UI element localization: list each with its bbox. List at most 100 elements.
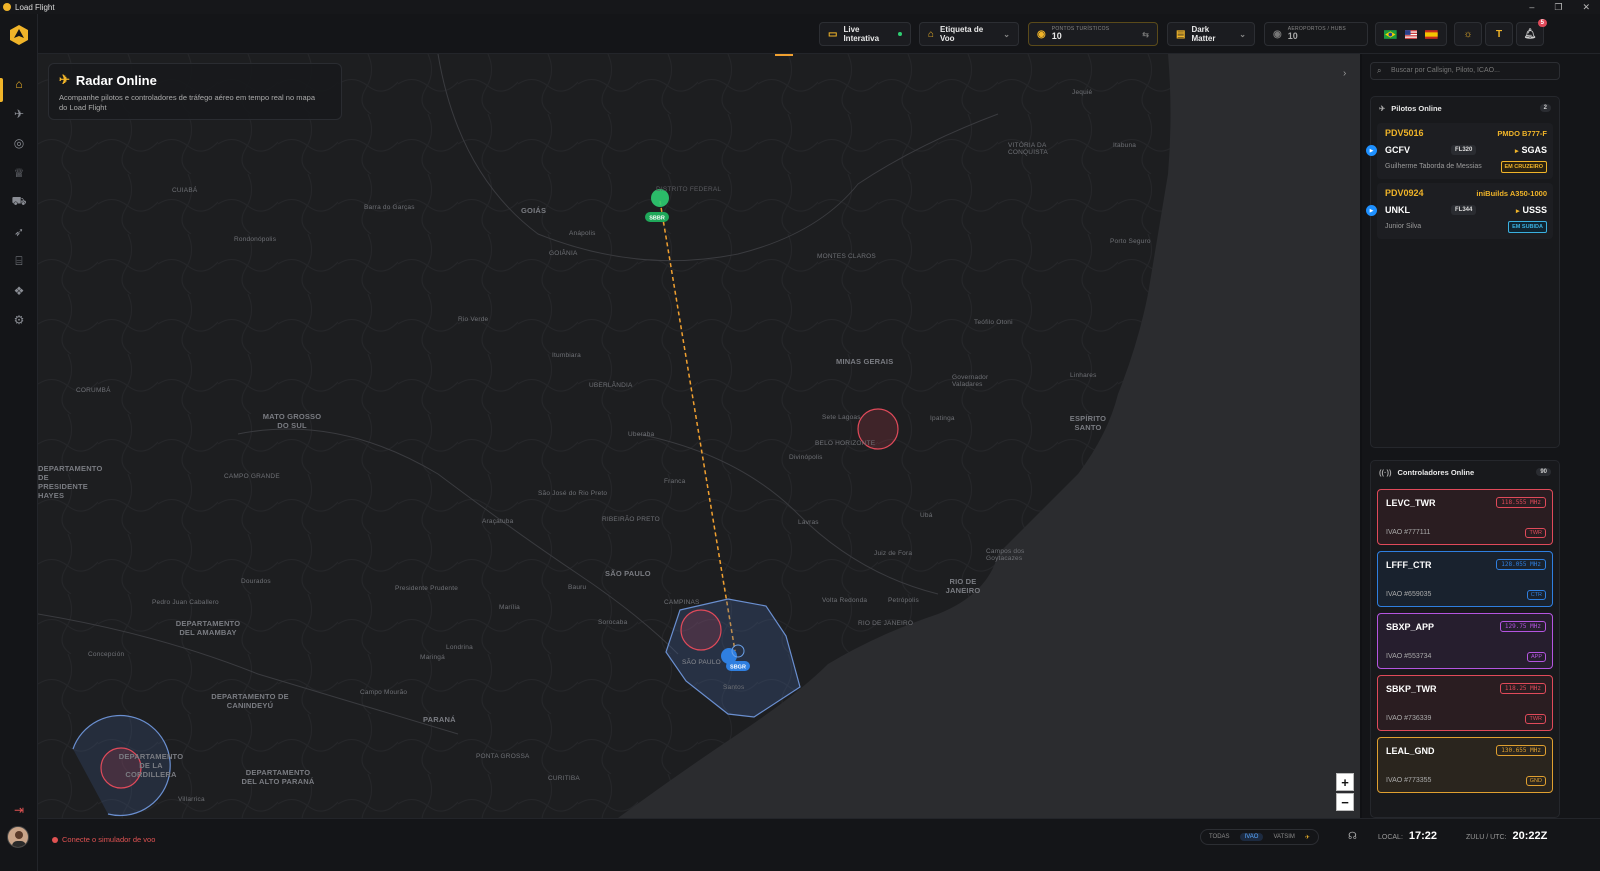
map-label: Governador Valadares — [952, 374, 989, 388]
bank-icon[interactable]: ⌸ — [9, 251, 29, 271]
map-label: São José do Rio Preto — [538, 490, 608, 497]
map-label: VITÓRIA DA CONQUISTA — [1008, 142, 1048, 156]
pilots-section: ✈ Pilotos Online 2 ▶ PDV5016 PMDO B777-F… — [1366, 96, 1560, 448]
settings-icon[interactable]: ⚙ — [9, 310, 29, 330]
map-label: PONTA GROSSA — [476, 753, 530, 760]
map-label: MATO GROSSO DO SUL — [262, 412, 322, 430]
headset-icon[interactable]: ☊ — [1348, 831, 1357, 842]
zulu-clock: ZULU / UTC: 20:22Z — [1466, 830, 1547, 842]
map-label: Presidente Prudente — [395, 585, 459, 592]
locate-icon[interactable]: ▶ — [1366, 205, 1377, 216]
controller-network-id: IVAO #553734 — [1386, 653, 1432, 660]
badge-icon[interactable]: ❖ — [9, 281, 29, 301]
controller-card[interactable]: SBKP_TWR 118.25 MHz IVAO #736339 TWR — [1377, 675, 1553, 731]
radar-subtitle: Acompanhe pilotos e controladores de trá… — [59, 93, 315, 113]
logout-icon[interactable]: ⇥ — [9, 800, 29, 820]
live-interactive-button[interactable]: ▭ Live Interativa — [819, 22, 911, 46]
dep-marker-label[interactable]: SBBR — [649, 216, 665, 222]
controller-card[interactable]: SBXP_APP 129.75 MHz IVAO #553734 APP — [1377, 613, 1553, 669]
font-size-button[interactable]: T — [1485, 22, 1513, 46]
map-label: Porto Seguro — [1110, 238, 1151, 245]
zoom-in-button[interactable]: + — [1336, 773, 1354, 791]
load-flight-logo[interactable] — [8, 24, 30, 46]
controller-card[interactable]: LEVC_TWR 118.555 MHz IVAO #777111 TWR — [1377, 489, 1553, 545]
controller-network-id: IVAO #777111 — [1386, 529, 1431, 536]
radar-map[interactable]: SBBR SBGR ✈ Radar Online Acompanhe piloto… — [38, 54, 1360, 818]
search-input[interactable]: ⌕ Buscar por Callsign, Piloto, ICAO... — [1370, 62, 1560, 80]
pilots-count: 2 — [1539, 104, 1551, 112]
network-filter[interactable]: TODAS IVAO VATSIM ✈ — [1200, 829, 1319, 845]
airports-toggle[interactable]: ◉ AEROPORTOS / HUBS 10 — [1264, 22, 1368, 46]
maximize-button[interactable]: ❐ — [1554, 2, 1562, 13]
local-label: LOCAL: — [1378, 834, 1403, 841]
controller-network-id: IVAO #773355 — [1386, 777, 1432, 784]
map-label: Linhares — [1070, 372, 1097, 379]
map-label: Sorocaba — [598, 619, 628, 626]
swap-icon[interactable]: ⇆ — [1142, 30, 1149, 39]
bell-icon: 🔔︎ — [1523, 28, 1537, 40]
map-label: Campo Mourão — [360, 689, 408, 696]
trophy-icon[interactable]: ♕ — [9, 163, 29, 183]
top-toolbar: ▭ Live Interativa ⌂ Etiqueta de Voo ⌄ ◉ … — [38, 14, 1600, 54]
plane-icon[interactable]: ✈ — [1305, 834, 1310, 841]
map-label: Franca — [664, 478, 686, 485]
map-label: GOIÁS — [521, 206, 547, 215]
chevron-right-icon[interactable]: › — [1343, 68, 1346, 79]
arr-marker-label[interactable]: SBGR — [730, 665, 746, 671]
controller-network-id: IVAO #659035 — [1386, 591, 1432, 598]
controller-frequency: 128.055 MHz — [1496, 559, 1546, 570]
pilot-departure: GCFV — [1385, 145, 1411, 155]
usa-flag-icon[interactable] — [1404, 29, 1418, 40]
theme-toggle-button[interactable]: ☼ — [1454, 22, 1482, 46]
map-label: Lavras — [798, 519, 819, 526]
map-label: Rio Verde — [458, 316, 489, 323]
spain-flag-icon[interactable] — [1425, 29, 1439, 40]
avatar[interactable] — [7, 826, 29, 848]
map-label: Rondonópolis — [234, 236, 277, 243]
controller-frequency: 118.25 MHz — [1499, 683, 1546, 694]
pin-icon: ◉ — [1037, 28, 1046, 40]
right-panel: ⌕ Buscar por Callsign, Piloto, ICAO... ✈… — [1362, 54, 1600, 818]
controller-type-badge: CTR — [1526, 590, 1546, 600]
flights-icon[interactable]: ✈ — [9, 104, 29, 124]
pilot-card[interactable]: ▶ PDV5016 PMDO B777-F GCFV FL320 ▸ SGAS G… — [1366, 123, 1553, 179]
map-label: Jequié — [1072, 89, 1093, 96]
language-selector[interactable] — [1375, 22, 1447, 46]
zoom-out-button[interactable]: − — [1336, 793, 1354, 811]
controller-id: LEVC_TWR — [1386, 498, 1436, 508]
controller-type-badge: APP — [1526, 652, 1546, 662]
zulu-time: 20:22Z — [1512, 830, 1548, 842]
controller-id: SBKP_TWR — [1386, 684, 1437, 694]
radar-icon[interactable]: ◎ — [9, 133, 29, 153]
tourist-points-toggle[interactable]: ◉ PONTOS TURÍSTICOS 10 ⇆ — [1028, 22, 1158, 46]
controllers-title: Controladores Online — [1397, 467, 1475, 477]
notifications-button[interactable]: 🔔︎ 5 — [1516, 19, 1547, 46]
filter-vatsim[interactable]: VATSIM — [1273, 834, 1294, 840]
map-label: CAMPO GRANDE — [224, 473, 280, 480]
controller-card[interactable]: LFFF_CTR 128.055 MHz IVAO #659035 CTR — [1377, 551, 1553, 607]
tourist-points-value: 10 — [1051, 31, 1062, 41]
controller-card[interactable]: LEAL_GND 130.655 MHz IVAO #773355 GND — [1377, 737, 1553, 793]
brazil-flag-icon[interactable] — [1384, 29, 1397, 40]
controller-frequency: 118.555 MHz — [1496, 497, 1546, 508]
map-label: CUIABÁ — [172, 187, 198, 194]
map-label: Sete Lagoas — [822, 414, 861, 421]
map-label: Santos — [723, 684, 745, 691]
home-icon[interactable]: ⌂ — [9, 74, 29, 94]
locate-icon[interactable]: ▶ — [1366, 145, 1377, 156]
map-label: MONTES CLAROS — [817, 253, 876, 260]
plane-icon: ✈ — [1379, 103, 1386, 113]
status-bar: Conecte o simulador de voo TODAS IVAO VA… — [38, 818, 1600, 871]
pilot-card[interactable]: ▶ PDV0924 iniBuilds A350-1000 UNKL FL344… — [1366, 183, 1553, 239]
simulator-message: Conecte o simulador de voo — [62, 835, 156, 844]
filter-all[interactable]: TODAS — [1209, 834, 1230, 840]
flight-label-dropdown[interactable]: ⌂ Etiqueta de Voo ⌄ — [919, 22, 1019, 46]
map-style-dropdown[interactable]: ▤ Dark Matter ⌄ — [1167, 22, 1255, 46]
map-label: ESPÍRITO SANTO — [1069, 414, 1107, 432]
minimize-button[interactable]: – — [1529, 2, 1534, 13]
filter-ivao[interactable]: IVAO — [1239, 833, 1264, 841]
plane-icon[interactable]: ➶ — [9, 222, 29, 242]
close-button[interactable]: ✕ — [1582, 2, 1590, 13]
cart-icon[interactable]: ⛟ — [9, 192, 29, 212]
flight-label-text: Etiqueta de Voo — [940, 25, 984, 43]
